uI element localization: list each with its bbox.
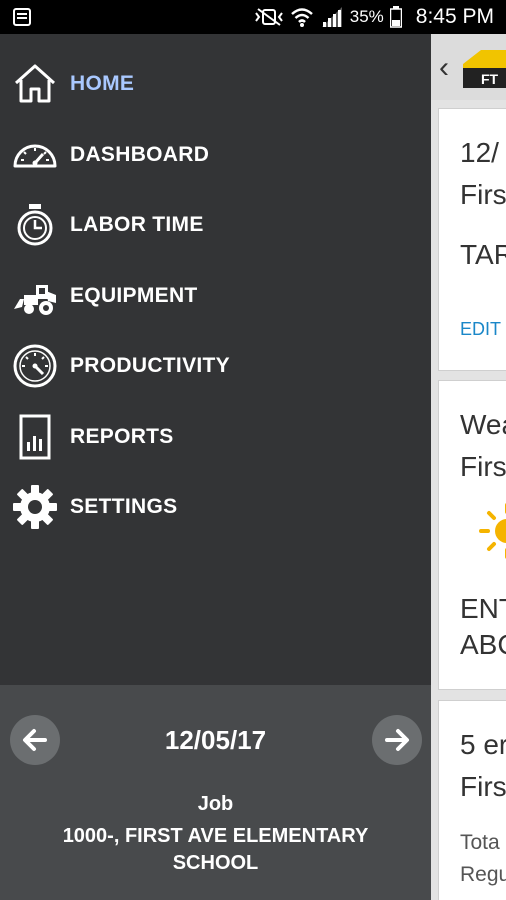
schedule-card[interactable]: 12/ Firs TAR EDIT bbox=[438, 108, 506, 371]
weather-card[interactable]: Wea Firs ENT ABC bbox=[438, 380, 506, 690]
next-date-button[interactable] bbox=[372, 715, 422, 765]
job-label: Job bbox=[197, 793, 234, 815]
job-name[interactable]: 1000-, FIRST AVE ELEMENTARY SCHOOL bbox=[30, 823, 401, 877]
logo-text: FT bbox=[481, 71, 499, 87]
crew-card[interactable]: 5 er Firs Tota Regu bbox=[438, 700, 506, 900]
stopwatch-icon bbox=[12, 202, 58, 248]
app-logo: FT bbox=[463, 50, 506, 88]
card-line: ENT bbox=[460, 593, 506, 624]
home-icon bbox=[12, 61, 58, 107]
card-line: Wea bbox=[460, 409, 506, 440]
card-line: Regu bbox=[460, 863, 506, 886]
bulldozer-icon bbox=[12, 273, 58, 319]
mute-vibrate-icon bbox=[254, 8, 283, 26]
menu-item-labor-time[interactable]: LABOR TIME bbox=[0, 190, 431, 261]
app-toolbar: ‹ FT bbox=[431, 34, 506, 100]
menu-item-label: HOME bbox=[70, 72, 135, 96]
card-line: Firs bbox=[460, 771, 506, 802]
dashboard-gauge-icon bbox=[12, 132, 58, 178]
navigation-drawer: HOME DASHBOARD LABOR TIME EQUIPMENT PROD… bbox=[0, 34, 431, 900]
signal-icon bbox=[321, 7, 342, 27]
chevron-left-icon[interactable]: ‹ bbox=[439, 51, 449, 85]
card-line: 5 er bbox=[460, 729, 506, 760]
menu-item-dashboard[interactable]: DASHBOARD bbox=[0, 120, 431, 191]
wifi-icon bbox=[290, 8, 313, 27]
menu-item-label: LABOR TIME bbox=[70, 213, 204, 237]
card-line: Firs bbox=[460, 179, 506, 210]
menu-item-label: EQUIPMENT bbox=[70, 283, 198, 307]
selected-date: 12/05/17 bbox=[164, 725, 267, 755]
menu-item-label: REPORTS bbox=[70, 424, 174, 448]
menu-item-label: DASHBOARD bbox=[70, 142, 210, 166]
card-line: Tota bbox=[460, 831, 500, 854]
card-line: Firs bbox=[460, 451, 506, 482]
sun-icon bbox=[479, 503, 506, 559]
job-date-footer: 12/05/17 Job 1000-, FIRST AVE ELEMENTARY… bbox=[0, 685, 431, 900]
menu-item-settings[interactable]: SETTINGS bbox=[0, 472, 431, 543]
menu-item-home[interactable]: HOME bbox=[0, 49, 431, 120]
card-line: ABC bbox=[460, 629, 506, 660]
main-content-peek: ‹ FT 12/ Firs TAR EDIT Wea Firs ENT ABC bbox=[431, 34, 506, 900]
menu-item-equipment[interactable]: EQUIPMENT bbox=[0, 261, 431, 332]
card-line: TAR bbox=[460, 239, 506, 270]
menu-item-reports[interactable]: REPORTS bbox=[0, 402, 431, 473]
notification-icon bbox=[13, 8, 31, 26]
card-line: 12/ bbox=[460, 137, 499, 168]
clock: 8:45 PM bbox=[415, 5, 494, 28]
battery-percent: 35% bbox=[349, 7, 384, 26]
menu-item-productivity[interactable]: PRODUCTIVITY bbox=[0, 331, 431, 402]
menu-item-label: SETTINGS bbox=[70, 495, 178, 519]
edit-link[interactable]: EDIT bbox=[460, 319, 501, 340]
status-bar: 35% 8:45 PM bbox=[0, 0, 506, 34]
battery-icon bbox=[389, 6, 402, 28]
report-chart-icon bbox=[12, 414, 58, 460]
speedometer-icon bbox=[12, 343, 58, 389]
arrow-right-icon bbox=[385, 729, 409, 751]
menu-item-label: PRODUCTIVITY bbox=[70, 354, 230, 378]
drawer-menu: HOME DASHBOARD LABOR TIME EQUIPMENT PROD… bbox=[0, 49, 431, 543]
gear-icon bbox=[12, 484, 58, 530]
